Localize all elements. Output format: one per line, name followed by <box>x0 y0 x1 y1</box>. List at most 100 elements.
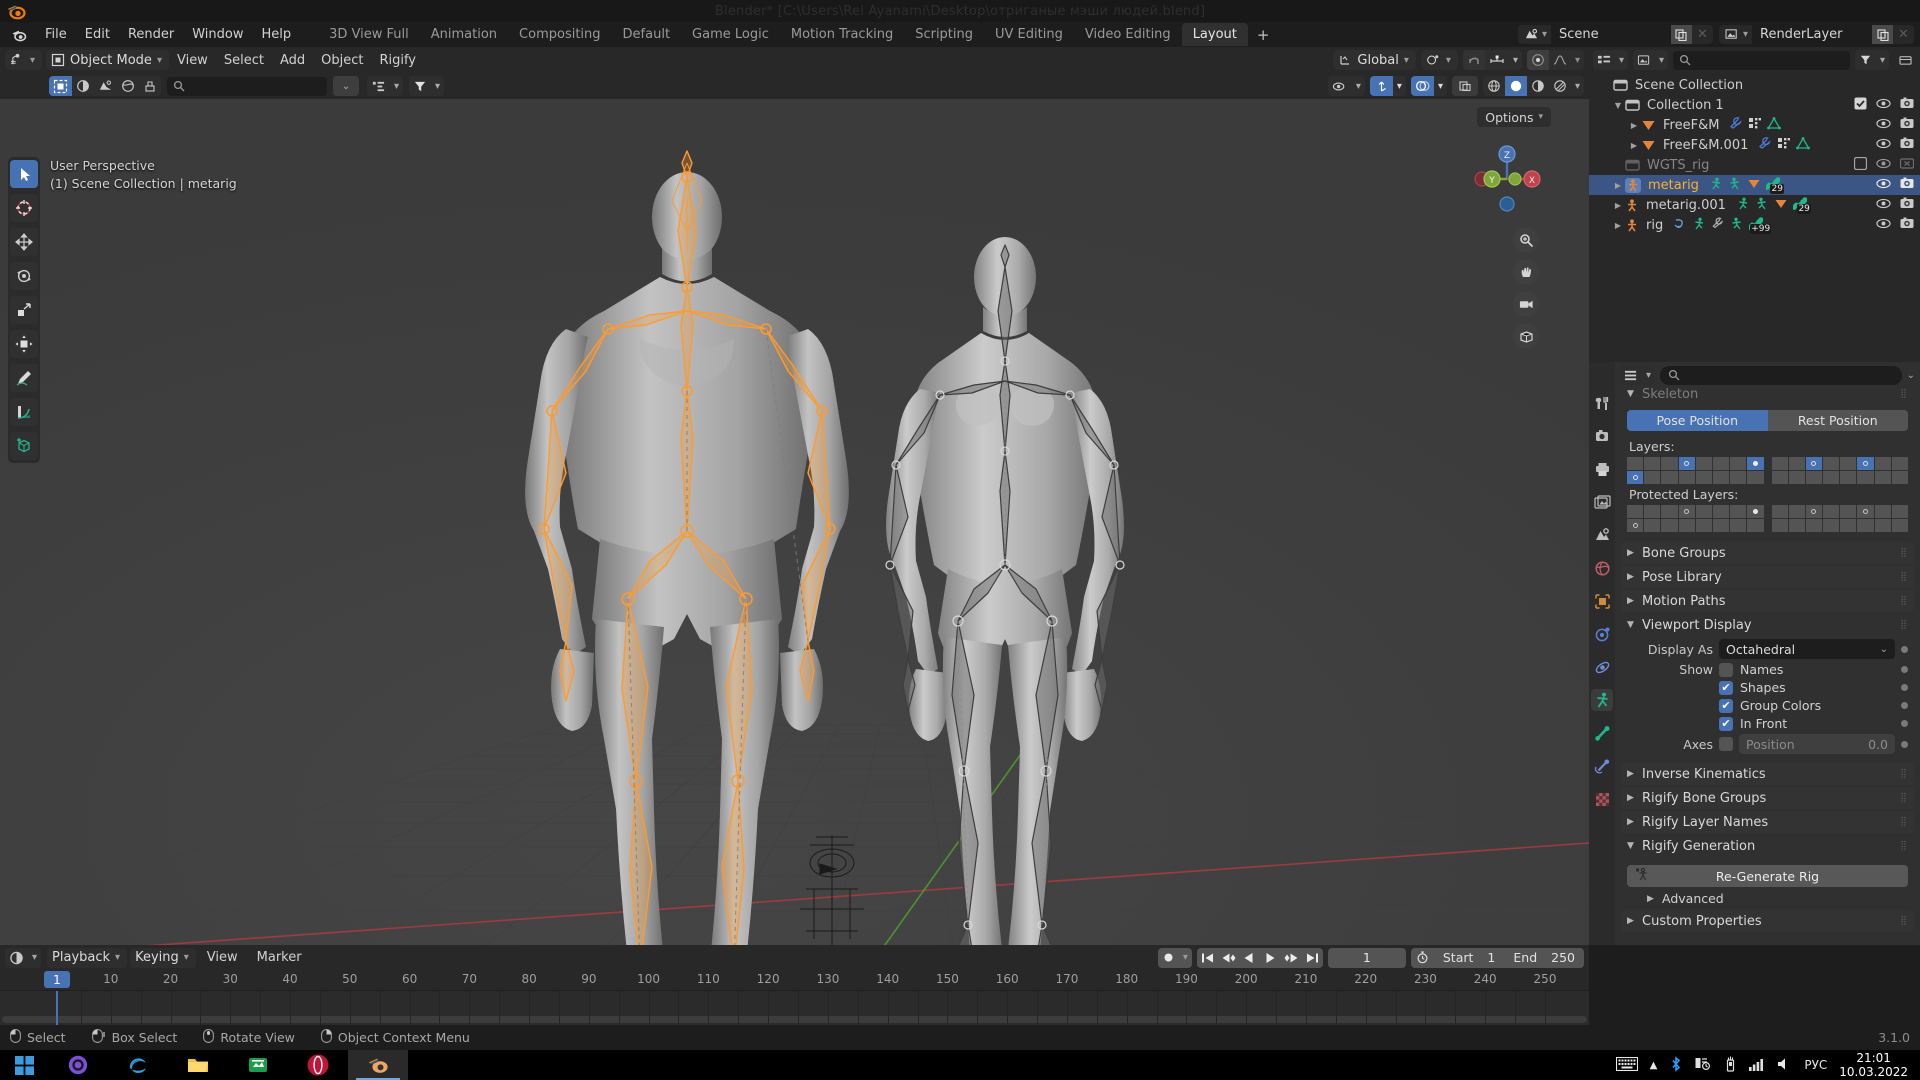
protected-layers-grid[interactable] <box>1627 505 1908 532</box>
protected-cell[interactable] <box>1771 519 1788 532</box>
previous-keyframe-button[interactable] <box>1218 948 1239 968</box>
layer-cell[interactable] <box>1730 471 1747 484</box>
workspace-tab-default[interactable]: Default <box>612 23 682 46</box>
workspace-tab-motion-tracking[interactable]: Motion Tracking <box>780 23 904 46</box>
protected-cell[interactable] <box>1661 505 1678 518</box>
zoom-icon[interactable] <box>1513 227 1539 253</box>
checkbox-icon[interactable] <box>1854 97 1867 114</box>
animate-property-dot[interactable] <box>1901 720 1908 727</box>
eye-icon[interactable] <box>1876 138 1891 153</box>
eye-icon[interactable] <box>1876 178 1891 193</box>
layer-cell[interactable] <box>1874 457 1891 470</box>
volume-icon[interactable] <box>1777 1057 1792 1074</box>
language-indicator[interactable]: РУС <box>1804 1058 1827 1072</box>
chevron-down-icon[interactable]: ▾ <box>1179 948 1192 968</box>
re-generate-rig-button[interactable]: Re-Generate Rig <box>1627 865 1908 887</box>
menu-edit[interactable]: Edit <box>76 25 119 44</box>
viewport-search-input[interactable] <box>167 76 327 96</box>
show-hidden-icon[interactable]: ▲ <box>1650 1060 1658 1071</box>
viewport-menu-select[interactable]: Select <box>216 51 272 70</box>
chevron-down-icon[interactable]: ▾ <box>1876 50 1889 70</box>
workspace-tab-uv-editing[interactable]: UV Editing <box>984 23 1074 46</box>
disclosure-triangle-right-icon[interactable]: ▶ <box>1627 121 1641 130</box>
properties-icon[interactable] <box>1620 365 1642 385</box>
wrench-icon[interactable] <box>1729 116 1743 134</box>
protected-cell[interactable] <box>1788 519 1805 532</box>
outliner-row-freefm-001[interactable]: ▶ FreeF&M.001 <box>1589 135 1920 155</box>
pose-icon[interactable] <box>1728 177 1742 194</box>
bone-constraint-tab[interactable] <box>1591 755 1613 777</box>
filter-sort-group[interactable]: ▾ <box>367 76 404 96</box>
mesh-icon[interactable] <box>1796 136 1811 154</box>
camera-icon[interactable] <box>1900 177 1914 193</box>
add-workspace-button[interactable]: + <box>1248 24 1279 46</box>
protected-cell[interactable] <box>1712 519 1730 532</box>
protected-cell[interactable] <box>1823 505 1840 518</box>
chevron-down-icon[interactable]: ▾ <box>1571 50 1584 70</box>
transform-tool[interactable] <box>10 330 38 358</box>
view-layer-selector[interactable]: ▾ RenderLayer ✕ <box>1718 25 1914 44</box>
layer-cell[interactable] <box>1840 471 1857 484</box>
layer-cell[interactable] <box>1678 457 1695 470</box>
layer-cell[interactable] <box>1891 471 1908 484</box>
keyboard-icon[interactable] <box>1615 1056 1638 1074</box>
armature-layers-grid[interactable] <box>1627 457 1908 484</box>
display-as-dropdown[interactable]: Octahedral ⌄ <box>1719 639 1895 659</box>
render-tab[interactable] <box>1591 425 1613 447</box>
panel-header-pose-library[interactable]: ▶ Pose Library ⣿ <box>1621 566 1914 588</box>
xray-toggle-button[interactable] <box>1451 76 1478 96</box>
measure-tool[interactable] <box>10 398 38 426</box>
timeline-track-area[interactable] <box>0 990 1589 1025</box>
viewport-collapse-button[interactable]: ⌄ <box>333 76 359 96</box>
outliner-row-collection-1[interactable]: ▼ Collection 1 <box>1589 95 1920 115</box>
layer-cell[interactable] <box>1788 471 1805 484</box>
protected-cell[interactable] <box>1874 505 1891 518</box>
camera-icon[interactable] <box>1900 117 1914 133</box>
protected-cell[interactable] <box>1661 519 1678 532</box>
shapes-checkbox[interactable]: ✔ <box>1719 680 1733 695</box>
playback-controls[interactable] <box>1196 947 1323 968</box>
transform-orientation-selector[interactable]: Global ▾ <box>1333 50 1416 70</box>
panel-header-skeleton[interactable]: ▼ Skeleton ⣿ <box>1621 383 1914 405</box>
animate-property-dot[interactable] <box>1901 684 1908 691</box>
timeline-ruler[interactable]: 10 20 30 40 50 60 70 80 90 100 110 120 130 140 150 160 1… <box>0 970 1589 990</box>
protected-cell[interactable] <box>1695 519 1712 532</box>
protected-cell[interactable] <box>1891 505 1908 518</box>
navigation-gizmo[interactable]: Z X Y <box>1469 141 1545 217</box>
new-view-layer-button[interactable] <box>1872 25 1893 44</box>
chevron-down-icon[interactable]: ▾ <box>1571 76 1584 96</box>
layer-cell[interactable] <box>1730 457 1747 470</box>
outliner-row-freefm[interactable]: ▶ FreeF&M <box>1589 115 1920 135</box>
outliner-new-collection-button[interactable] <box>1894 50 1916 70</box>
layer-cell[interactable] <box>1627 471 1644 484</box>
outliner-display-mode[interactable]: ▾ <box>1633 50 1669 70</box>
layer-cell[interactable] <box>1661 457 1678 470</box>
timeline-icon[interactable] <box>5 948 28 968</box>
chevron-down-icon[interactable]: ▾ <box>1434 76 1447 96</box>
panel-header-rigify-bone-groups[interactable]: ▶ Rigify Bone Groups ⣿ <box>1621 787 1914 809</box>
layer-cell[interactable] <box>1627 457 1644 470</box>
animate-property-dot[interactable] <box>1901 702 1908 709</box>
pivot-point-selector[interactable]: ▾ <box>1420 50 1458 70</box>
snap-target-icon[interactable] <box>1485 50 1509 70</box>
chevron-down-icon[interactable]: ▾ <box>390 76 403 96</box>
animate-property-dot[interactable] <box>1901 740 1908 748</box>
wrench-icon[interactable] <box>1758 136 1772 154</box>
workspace-tab-layout[interactable]: Layout <box>1181 23 1248 46</box>
protected-cell[interactable] <box>1771 505 1788 518</box>
layer-cell[interactable] <box>1840 457 1857 470</box>
move-tool[interactable] <box>10 228 38 256</box>
axes-checkbox[interactable] <box>1719 737 1733 751</box>
mesh-data-icon[interactable] <box>1747 177 1761 194</box>
chevron-down-icon[interactable]: ▾ <box>1352 76 1365 96</box>
bluetooth-icon[interactable] <box>1669 1055 1683 1075</box>
scene-selector[interactable]: ▾ Scene ✕ <box>1517 25 1713 44</box>
panel-header-rigify-layer-names[interactable]: ▶ Rigify Layer Names ⣿ <box>1621 811 1914 833</box>
workspace-tab-compositing[interactable]: Compositing <box>508 23 612 46</box>
layer-cell[interactable] <box>1823 457 1840 470</box>
edge-icon[interactable] <box>108 1050 168 1080</box>
unlink-scene-button[interactable]: ✕ <box>1692 25 1713 44</box>
panel-header-inverse-kinematics[interactable]: ▶ Inverse Kinematics ⣿ <box>1621 763 1914 785</box>
proportional-edit-icon[interactable] <box>1526 50 1549 70</box>
next-keyframe-button[interactable] <box>1281 948 1302 968</box>
